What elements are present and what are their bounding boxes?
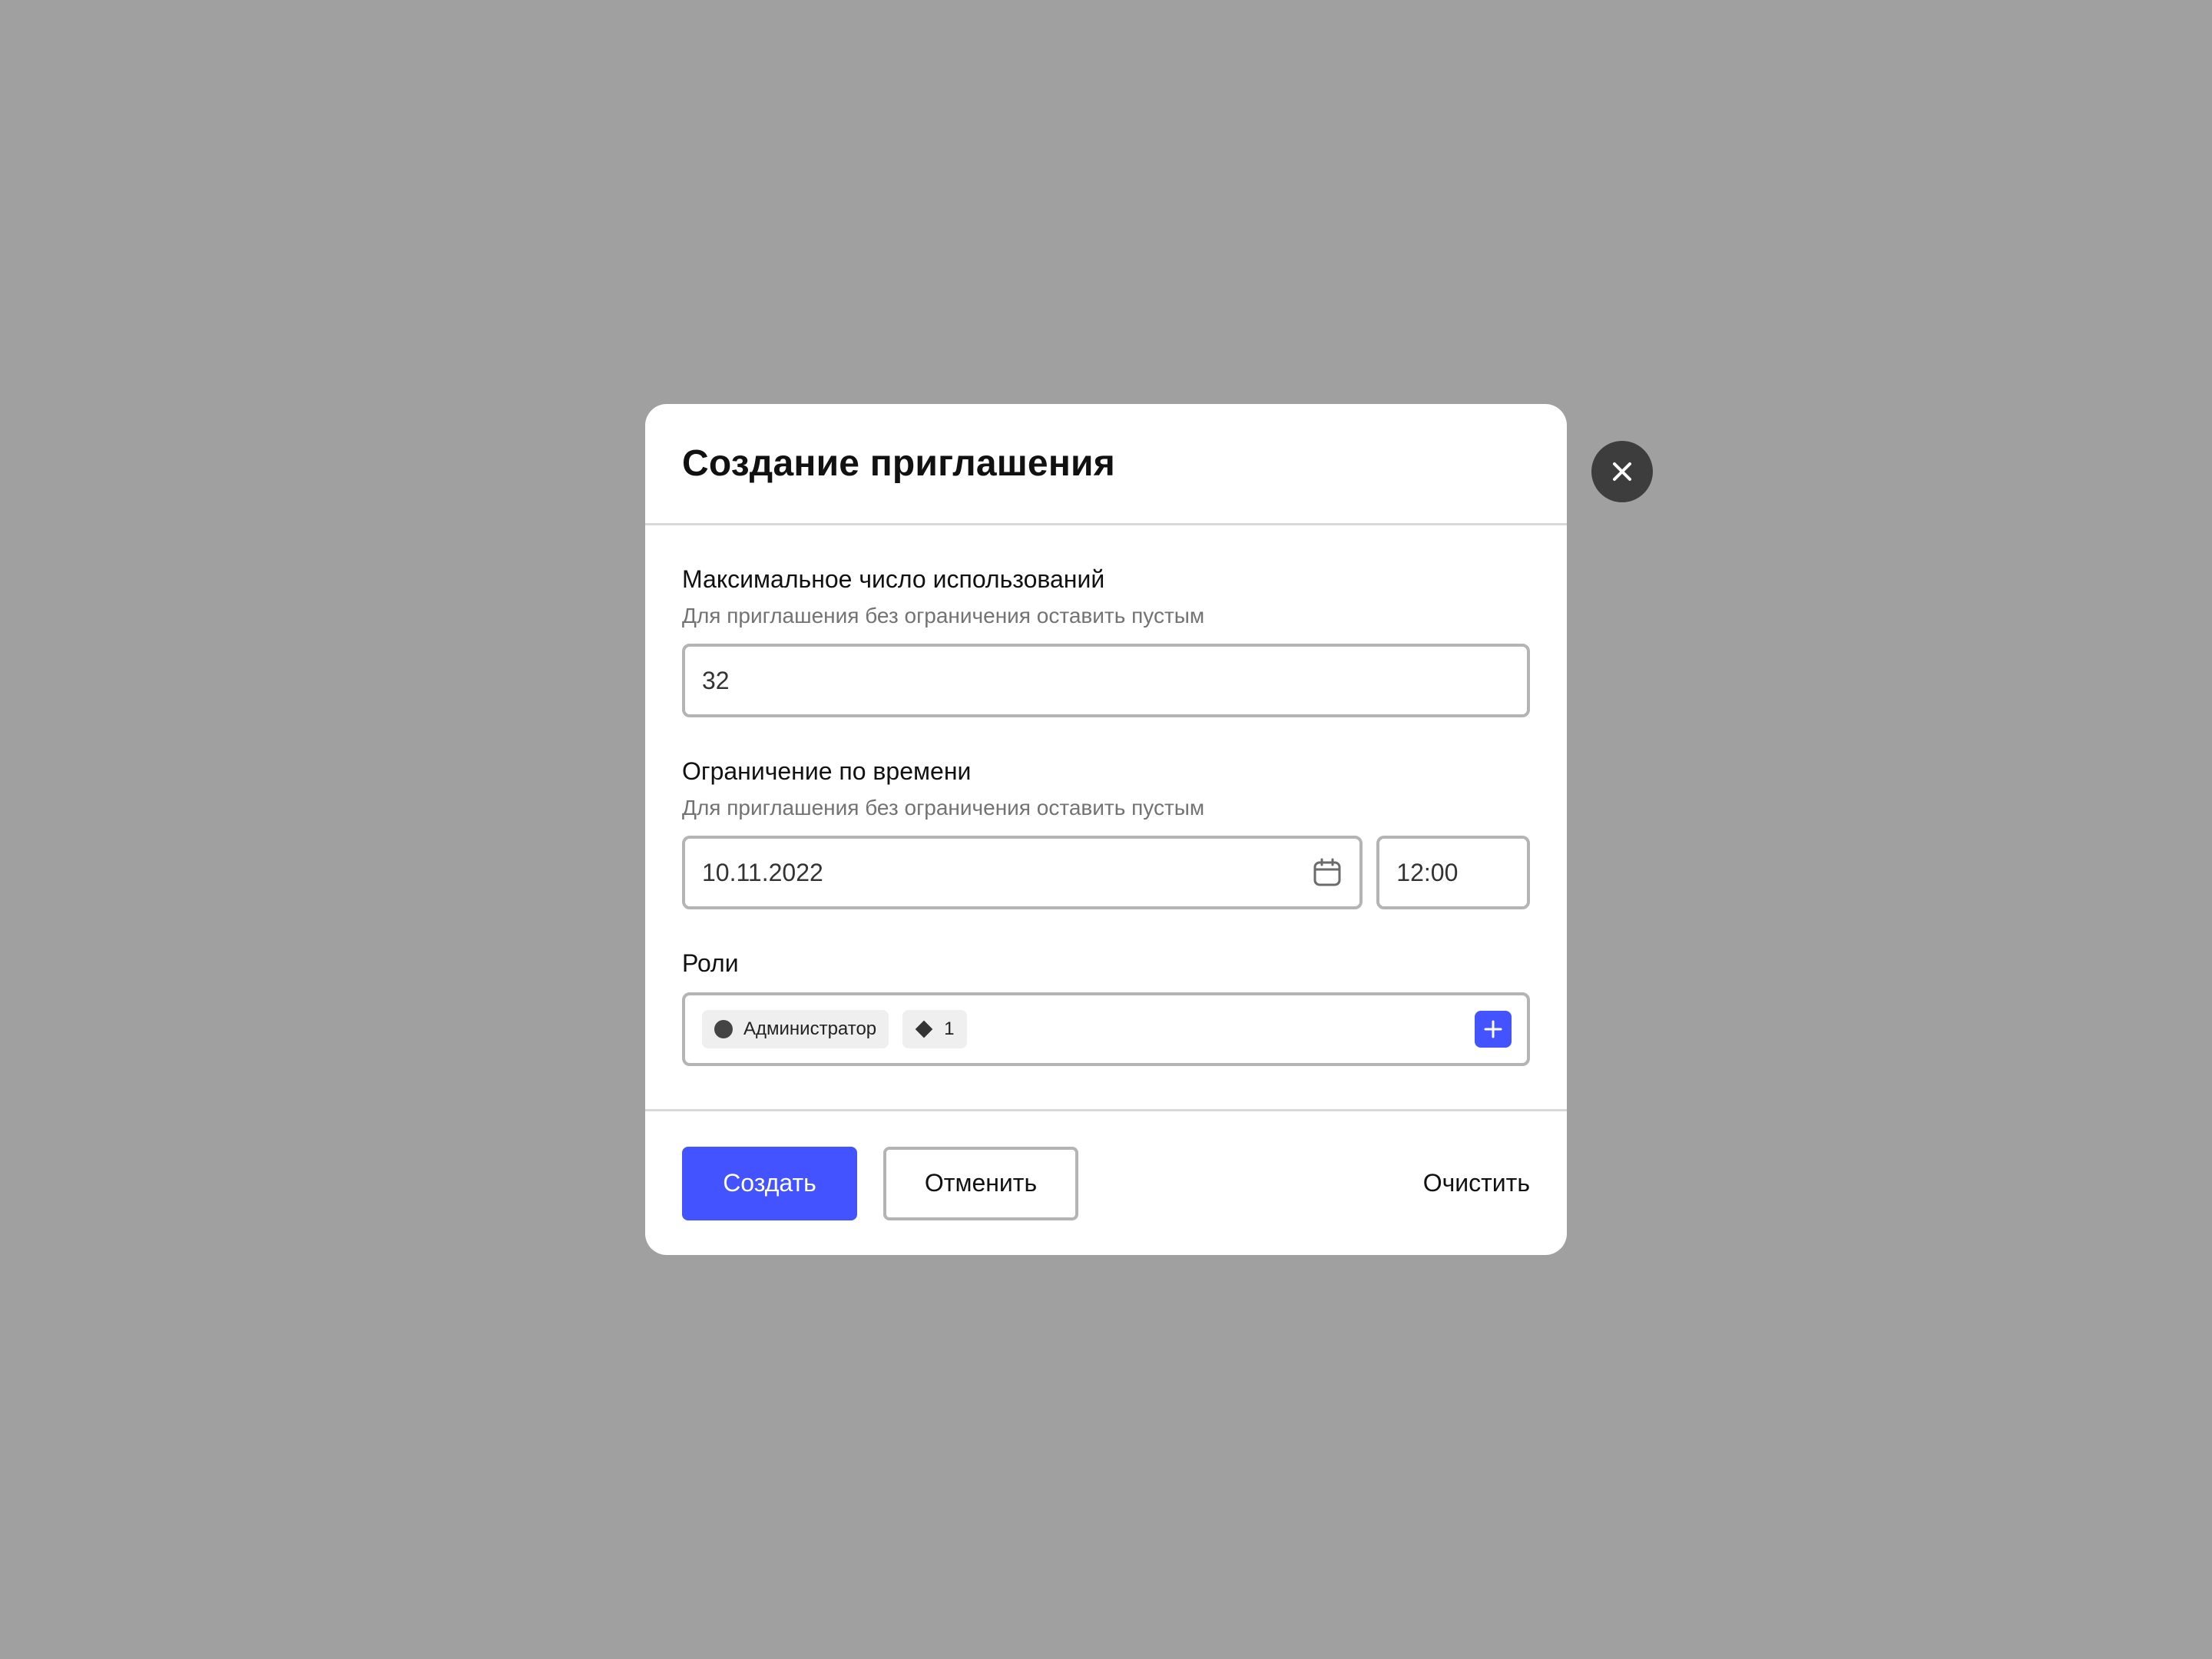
roles-label: Роли	[682, 949, 739, 977]
dialog-footer: Создать Отменить Очистить	[645, 1109, 1567, 1255]
clear-button[interactable]: Очистить	[1423, 1169, 1530, 1197]
role-chip-1[interactable]: 1	[902, 1010, 967, 1048]
date-value: 10.11.2022	[702, 858, 823, 886]
role-chips: Администратор 1	[702, 1010, 967, 1048]
max-uses-label: Максимальное число использований	[682, 565, 1105, 593]
max-uses-value: 32	[702, 666, 730, 694]
cancel-button[interactable]: Отменить	[883, 1146, 1078, 1220]
time-limit-label: Ограничение по времени	[682, 757, 972, 785]
close-dialog-button[interactable]	[1591, 441, 1653, 502]
role-chip-label: 1	[944, 1018, 955, 1039]
time-limit-group: Ограничение по времени Для приглашения б…	[682, 756, 1530, 909]
dialog-title: Создание приглашения	[682, 443, 1115, 484]
time-input[interactable]: 12:00	[1376, 836, 1530, 909]
time-limit-hint: Для приглашения без ограничения оставить…	[682, 796, 1205, 820]
add-role-button[interactable]	[1475, 1011, 1512, 1048]
roles-group: Роли Администратор 1	[682, 948, 1530, 1066]
plus-icon	[1484, 1020, 1502, 1038]
roles-input[interactable]: Администратор 1	[682, 992, 1530, 1066]
dialog-header: Создание приглашения	[645, 404, 1567, 525]
date-input[interactable]: 10.11.2022	[682, 836, 1363, 909]
time-value: 12:00	[1396, 858, 1459, 886]
calendar-icon[interactable]	[1312, 857, 1343, 888]
diamond-icon	[915, 1020, 933, 1038]
dialog-body: Максимальное число использований Для при…	[645, 525, 1567, 1109]
role-chip-admin[interactable]: Администратор	[702, 1010, 889, 1048]
close-icon	[1613, 462, 1631, 481]
create-invite-dialog: Создание приглашения Максимальное число …	[645, 404, 1567, 1255]
create-button[interactable]: Создать	[682, 1146, 857, 1220]
circle-icon	[714, 1020, 733, 1038]
max-uses-hint: Для приглашения без ограничения оставить…	[682, 604, 1205, 628]
max-uses-input[interactable]: 32	[682, 644, 1530, 717]
max-uses-group: Максимальное число использований Для при…	[682, 564, 1530, 717]
role-chip-label: Администратор	[743, 1018, 877, 1039]
